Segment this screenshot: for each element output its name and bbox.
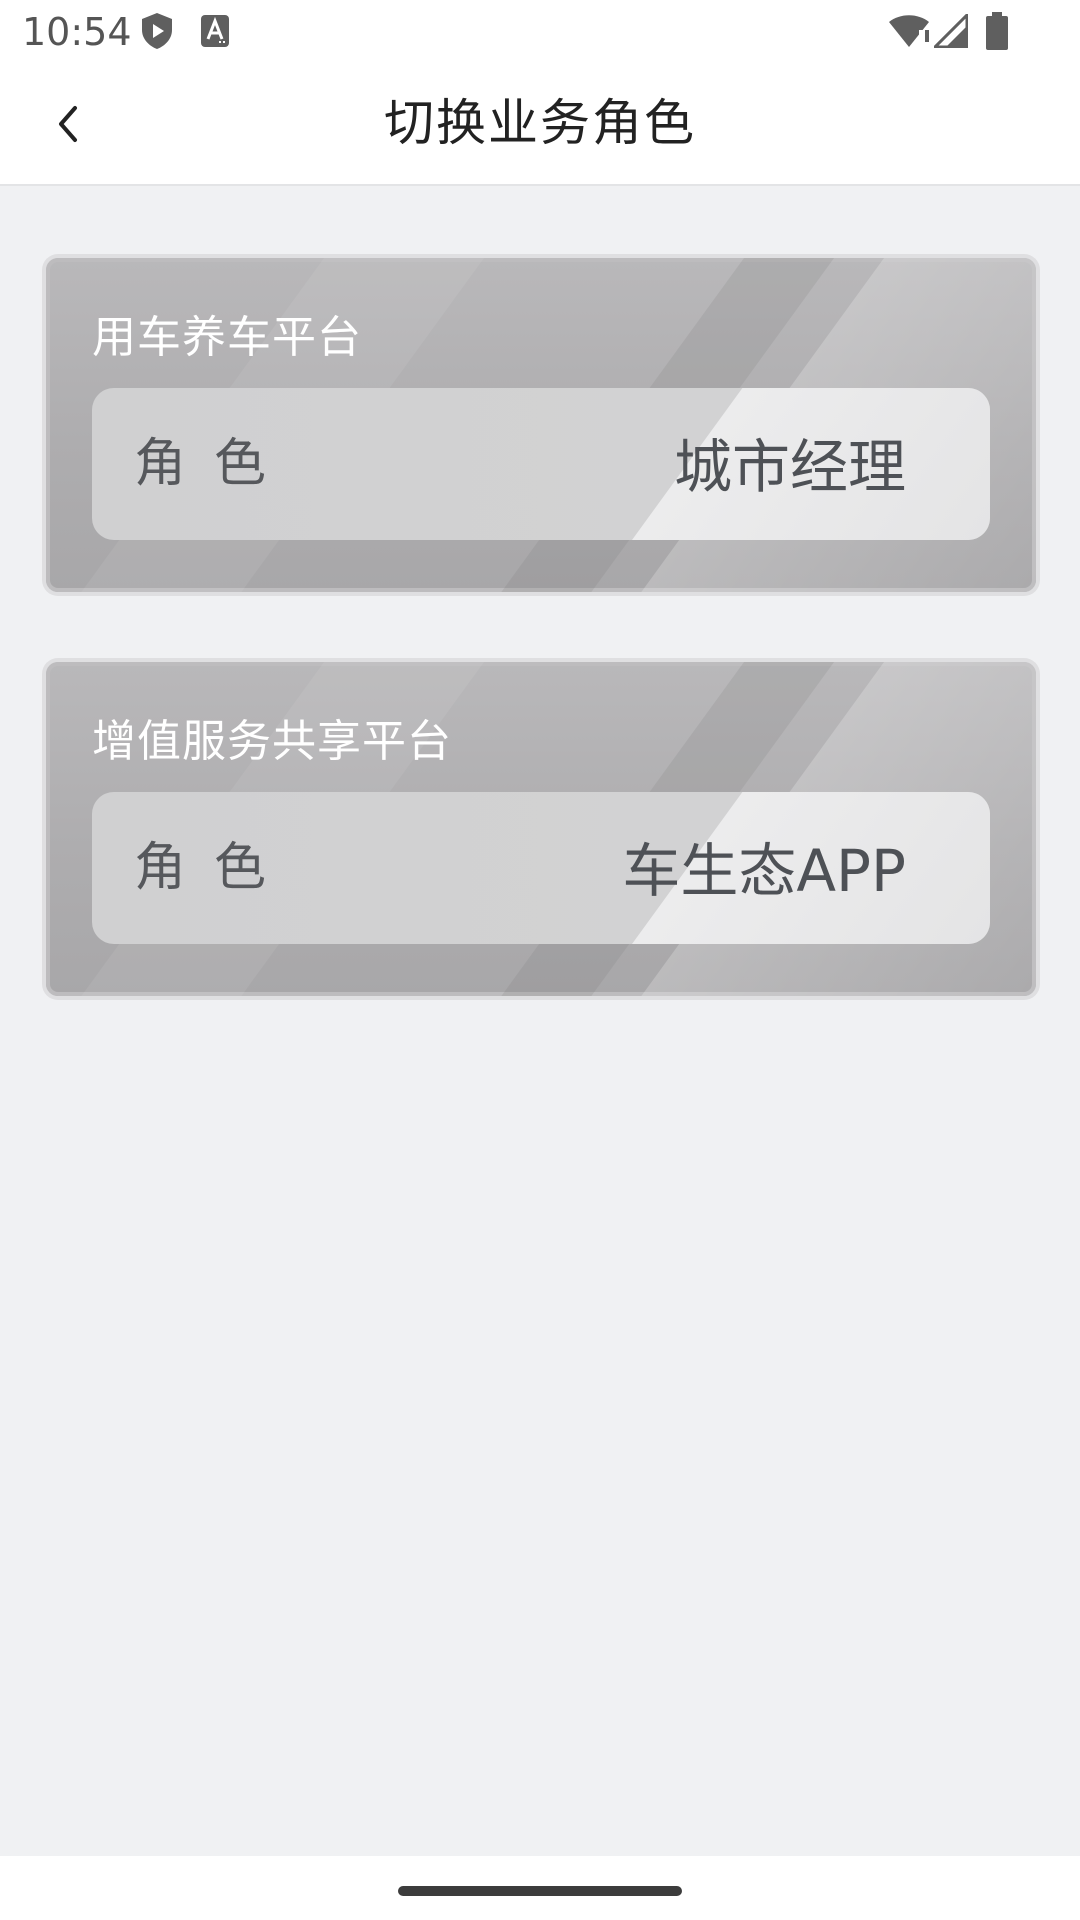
role-value: 城市经理: [673, 433, 906, 501]
back-button[interactable]: [36, 92, 100, 156]
page-title: 切换业务角色: [384, 94, 696, 152]
font-a-icon: [201, 15, 229, 47]
role-label: 角色: [134, 434, 295, 494]
platform-title: 增值服务共享平台: [92, 716, 452, 767]
role-selector[interactable]: 角色 车生态APP: [92, 792, 990, 944]
shield-play-icon: [142, 13, 172, 49]
status-time: 10:54: [22, 10, 132, 54]
role-value: 车生态APP: [622, 837, 906, 905]
app-bar: 切换业务角色: [0, 62, 1080, 186]
wifi-icon: [889, 15, 929, 48]
battery-icon: [986, 12, 1008, 50]
role-label: 角色: [134, 838, 295, 898]
role-selector[interactable]: 角色 城市经理: [92, 388, 990, 540]
chevron-left-icon: [59, 106, 77, 142]
platform-title: 用车养车平台: [92, 312, 362, 363]
home-indicator[interactable]: [398, 1886, 682, 1896]
signal-icon: [934, 14, 968, 48]
navigation-bar: [0, 1856, 1080, 1920]
status-bar: 10:54: [0, 0, 1080, 62]
platform-card-car-service: 用车养车平台 角色 城市经理: [46, 258, 1036, 592]
platform-card-value-added-service: 增值服务共享平台 角色 车生态APP: [46, 662, 1036, 996]
